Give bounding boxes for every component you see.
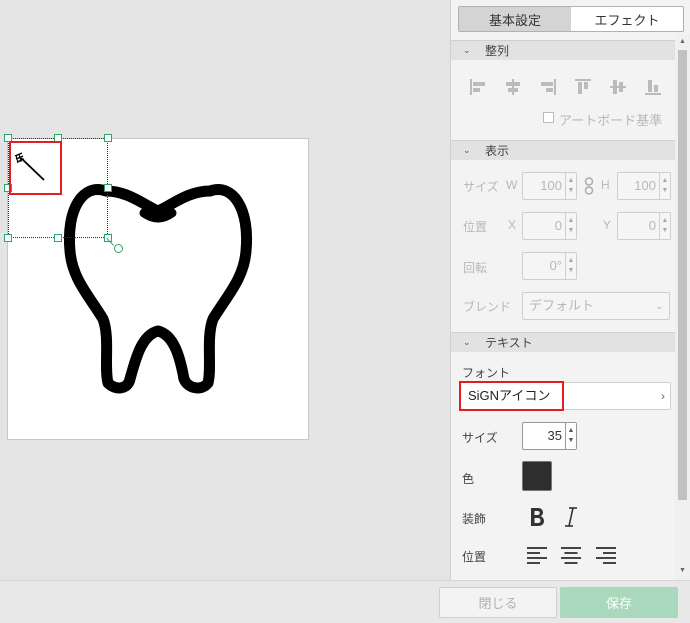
- chevron-down-icon: ⌄: [655, 301, 663, 311]
- w-label: W: [506, 178, 518, 192]
- font-size-label: サイズ: [462, 431, 498, 445]
- scrollbar-thumb[interactable]: [678, 50, 687, 500]
- width-input[interactable]: 100 ▲ ▼: [522, 172, 577, 200]
- artboard-basis-checkbox[interactable]: [543, 112, 554, 123]
- close-button[interactable]: 閉じる: [439, 587, 557, 618]
- align-left-icon[interactable]: [467, 76, 489, 98]
- resize-handle-bm[interactable]: [54, 234, 62, 242]
- x-value: 0: [554, 218, 562, 233]
- chevron-down-icon: ⌄: [463, 337, 471, 347]
- icon-highlight-box: [9, 141, 62, 195]
- blend-label: ブレンド: [463, 300, 512, 314]
- properties-panel: 基本設定 エフェクト ⌄ 整列 ⌄ 表示 サイズ W 100 ▲ ▼ H 100 …: [450, 0, 690, 580]
- text-position-label: 位置: [462, 550, 487, 564]
- scroll-up-icon[interactable]: ▲: [679, 38, 686, 45]
- link-icon[interactable]: [584, 177, 594, 195]
- italic-icon[interactable]: [563, 506, 579, 528]
- section-text-header[interactable]: ⌄ テキスト: [451, 332, 676, 352]
- section-text-title: テキスト: [485, 336, 533, 350]
- rotate-input[interactable]: 0° ▲ ▼: [522, 252, 577, 280]
- width-value: 100: [540, 178, 562, 193]
- tab-basic-settings[interactable]: 基本設定: [459, 7, 571, 31]
- align-right-icon[interactable]: [537, 76, 559, 98]
- x-label: X: [508, 218, 517, 232]
- height-input[interactable]: 100 ▲ ▼: [617, 172, 671, 200]
- size-label: サイズ: [463, 180, 499, 194]
- panel-tabs: 基本設定 エフェクト: [458, 6, 684, 32]
- font-label: フォント: [462, 366, 511, 380]
- bold-icon[interactable]: [528, 506, 546, 528]
- artboard-basis-label: アートボード基準: [559, 113, 663, 128]
- rotate-label: 回転: [463, 261, 488, 275]
- y-value: 0: [648, 218, 656, 233]
- y-input[interactable]: 0 ▲ ▼: [617, 212, 671, 240]
- height-value: 100: [634, 178, 656, 193]
- x-input[interactable]: 0 ▲ ▼: [522, 212, 577, 240]
- h-label: H: [601, 178, 610, 192]
- color-swatch[interactable]: [522, 461, 552, 491]
- width-stepper[interactable]: ▲ ▼: [565, 173, 576, 199]
- chevron-right-icon: ›: [661, 389, 665, 403]
- resize-handle-mr[interactable]: [104, 184, 112, 192]
- chevron-down-icon: ⌄: [463, 45, 471, 55]
- rotate-handle[interactable]: [114, 244, 123, 253]
- align-center-h-icon[interactable]: [502, 76, 524, 98]
- position-label: 位置: [463, 220, 488, 234]
- blend-value: デフォルト: [529, 298, 595, 313]
- scroll-down-icon[interactable]: ▼: [679, 567, 686, 574]
- section-align-title: 整列: [485, 44, 510, 58]
- align-bottom-icon[interactable]: [642, 76, 664, 98]
- x-stepper[interactable]: ▲ ▼: [565, 213, 576, 239]
- text-align-center-icon[interactable]: [561, 546, 581, 564]
- color-label: 色: [462, 472, 475, 486]
- font-size-value: 35: [547, 428, 562, 443]
- section-display-header[interactable]: ⌄ 表示: [451, 140, 676, 160]
- text-align-right-icon[interactable]: [596, 546, 616, 564]
- resize-handle-bl[interactable]: [4, 234, 12, 242]
- resize-handle-tr[interactable]: [104, 134, 112, 142]
- align-middle-v-icon[interactable]: [607, 76, 629, 98]
- text-align-left-icon[interactable]: [527, 546, 547, 564]
- rotate-stepper[interactable]: ▲ ▼: [565, 253, 576, 279]
- decoration-label: 装飾: [462, 512, 487, 526]
- align-top-icon[interactable]: [572, 76, 594, 98]
- section-align-header[interactable]: ⌄ 整列: [451, 40, 676, 60]
- font-size-stepper[interactable]: ▲ ▼: [565, 423, 576, 449]
- section-display-title: 表示: [485, 144, 510, 158]
- y-label: Y: [603, 218, 612, 232]
- font-highlight-box: [459, 381, 564, 411]
- height-stepper[interactable]: ▲ ▼: [659, 173, 670, 199]
- rotate-value: 0°: [549, 258, 562, 273]
- chevron-down-icon: ⌄: [463, 145, 471, 155]
- save-button[interactable]: 保存: [560, 587, 678, 618]
- font-size-input[interactable]: 35 ▲ ▼: [522, 422, 577, 450]
- blend-select[interactable]: デフォルト ⌄: [522, 292, 670, 320]
- tab-effects[interactable]: エフェクト: [571, 7, 683, 31]
- y-stepper[interactable]: ▲ ▼: [659, 213, 670, 239]
